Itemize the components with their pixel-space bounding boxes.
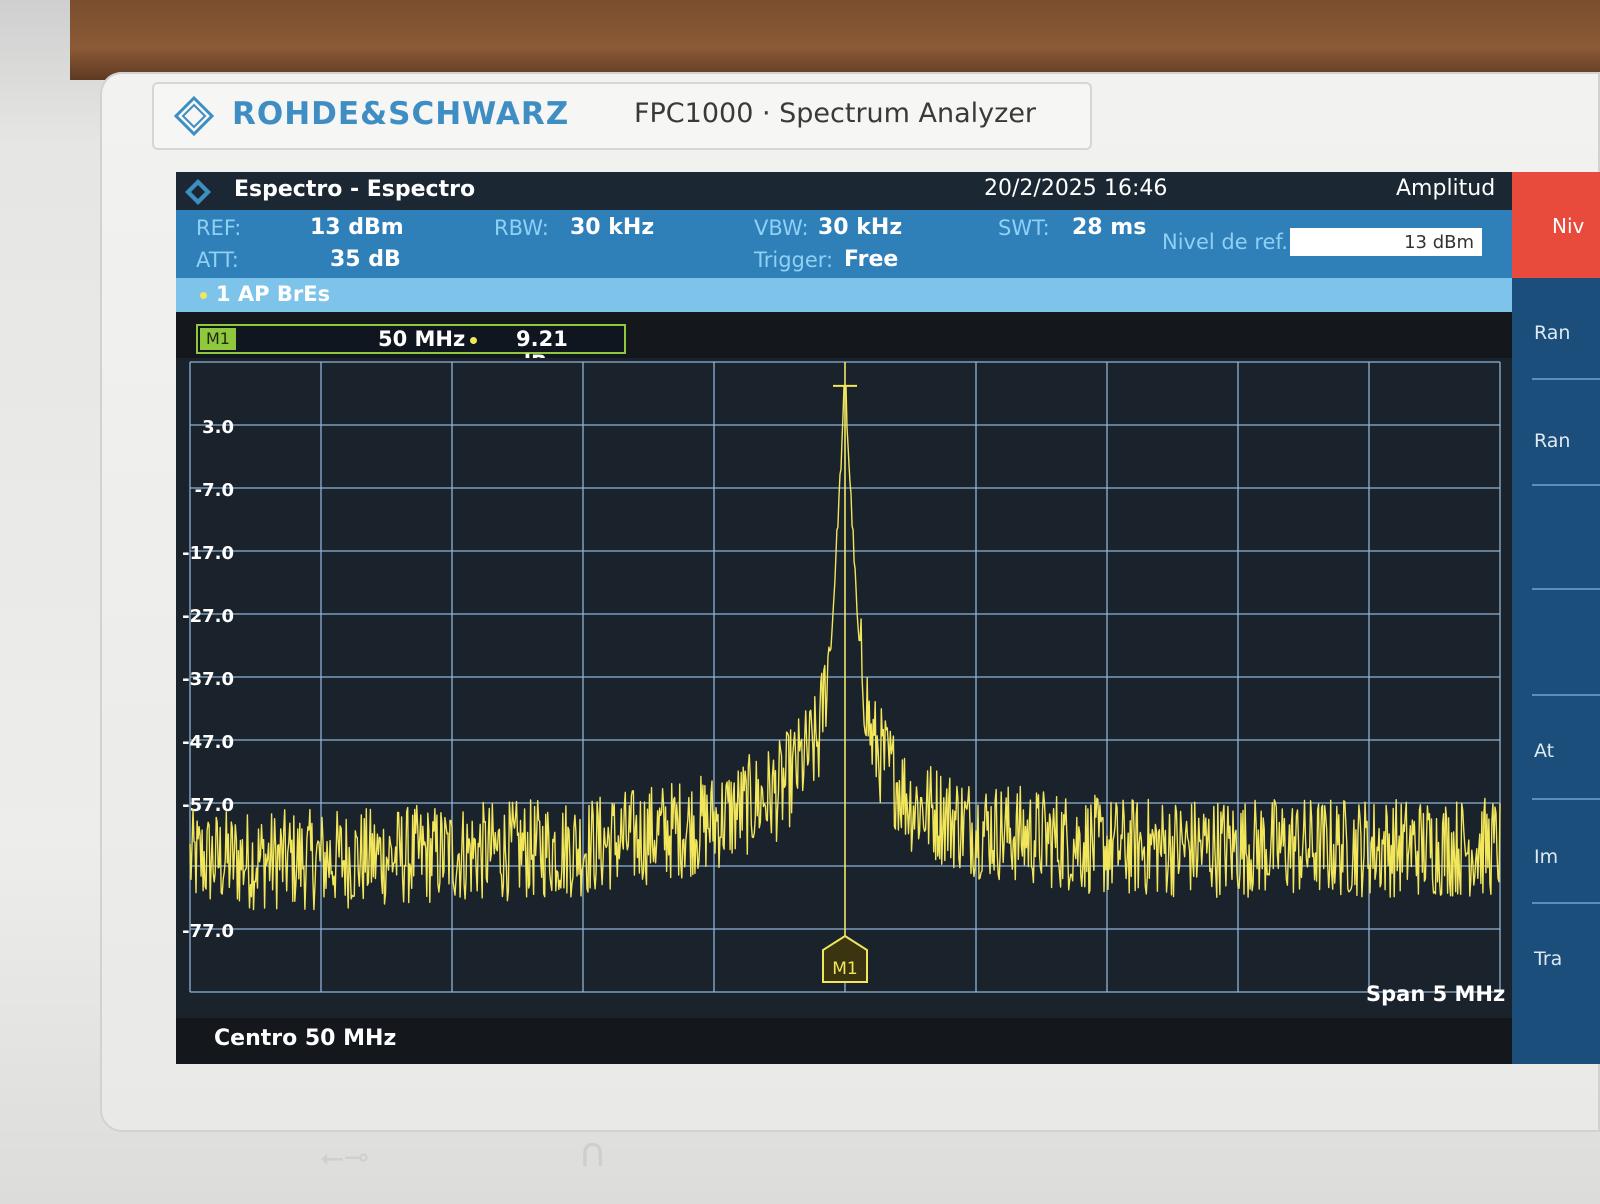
trace-label[interactable]: 1 AP BrEs (216, 282, 330, 306)
rbw-value[interactable]: 30 kHz (570, 215, 654, 240)
softkey-transducer[interactable]: Tra (1534, 948, 1562, 970)
softkey-range-2[interactable]: Ran (1534, 430, 1570, 452)
softkey-impedance[interactable]: Im (1534, 846, 1558, 868)
brand-bar: ROHDE&SCHWARZ FPC1000 · Spectrum Analyze… (152, 82, 1092, 150)
footer-bar: Centro 50 MHz Span 5 MHz (176, 982, 1512, 1064)
plot-background (176, 358, 1512, 1018)
softkey-divider (1532, 588, 1600, 590)
y-tick-label: -37.0 (182, 669, 234, 690)
spectrum-plot[interactable]: 3.0-7.0-17.0-27.0-37.0-47.0-57.0-77.0 M1 (176, 358, 1512, 1018)
softkey-divider (1532, 694, 1600, 696)
mode-title[interactable]: Espectro - Espectro (234, 177, 475, 202)
wooden-shelf (70, 0, 1600, 80)
marker-tag: M1 (200, 328, 236, 350)
y-tick-label: -7.0 (195, 480, 234, 501)
y-tick-label: -27.0 (182, 606, 234, 627)
ref-level-label: Nivel de ref. (1162, 230, 1288, 254)
center-frequency[interactable]: Centro 50 MHz (214, 1026, 396, 1051)
span-value[interactable]: Span 5 MHz (1366, 982, 1505, 1006)
usb-icon: ⭠⊸ (320, 1140, 370, 1175)
marker-frequency: 50 MHz (378, 327, 466, 351)
softkey-range-1[interactable]: Ran (1534, 322, 1570, 344)
att-value[interactable]: 35 dB (330, 247, 401, 272)
analyzer-screen: Espectro - Espectro 20/2/2025 16:46 Ampl… (176, 172, 1600, 1064)
softkey-attenuation[interactable]: At (1534, 740, 1554, 762)
brand-name: ROHDE&SCHWARZ (232, 96, 570, 132)
att-label: ATT: (196, 248, 239, 272)
y-tick-label: -17.0 (182, 543, 234, 564)
softkey-divider (1532, 378, 1600, 380)
softkey-ref-level[interactable]: Niv (1512, 172, 1600, 278)
rs-logo-icon (185, 179, 211, 205)
marker-dot (470, 337, 477, 344)
trigger-value[interactable]: Free (844, 247, 898, 272)
date-display: 20/2/2025 (984, 176, 1097, 201)
trace-indicator-dot (200, 292, 207, 299)
trigger-label: Trigger: (754, 248, 834, 272)
y-tick-label: -77.0 (182, 921, 234, 942)
title-bar: Espectro - Espectro 20/2/2025 16:46 Ampl… (176, 172, 1600, 210)
time-display: 16:46 (1104, 176, 1168, 201)
y-tick-label: -47.0 (182, 732, 234, 753)
ref-level-panel: Nivel de ref. (1162, 210, 1512, 278)
swt-label: SWT: (998, 216, 1050, 240)
ref-value[interactable]: 13 dBm (310, 215, 404, 240)
ref-label: REF: (196, 216, 242, 240)
device-ports: ⭠⊸ ∩ (300, 1130, 700, 1190)
rs-logo-icon (174, 96, 214, 136)
y-tick-label: 3.0 (202, 417, 234, 438)
softkey-label: Niv (1552, 214, 1585, 238)
softkey-divider (1532, 798, 1600, 800)
rbw-label: RBW: (494, 216, 549, 240)
marker-readout[interactable]: M1 50 MHz 9.21 dBm (196, 324, 626, 375)
trace-bar: 1 AP BrEs (176, 278, 1512, 312)
softkey-divider (1532, 484, 1600, 486)
ref-level-input[interactable] (1290, 228, 1482, 256)
parameter-bar: REF: 13 dBm ATT: 35 dB RBW: 30 kHz VBW: … (176, 210, 1162, 278)
softkey-divider (1532, 902, 1600, 904)
device-model: FPC1000 · Spectrum Analyzer (634, 98, 1037, 129)
menu-panel-title: Amplitud (1396, 176, 1496, 201)
side-softkey-menu: Ran Ran At Im Tra (1512, 278, 1600, 1064)
vbw-label: VBW: (754, 216, 809, 240)
vbw-value[interactable]: 30 kHz (818, 215, 902, 240)
swt-value[interactable]: 28 ms (1072, 215, 1146, 240)
marker-flag-label: M1 (832, 959, 857, 979)
headphones-icon: ∩ (578, 1130, 608, 1176)
